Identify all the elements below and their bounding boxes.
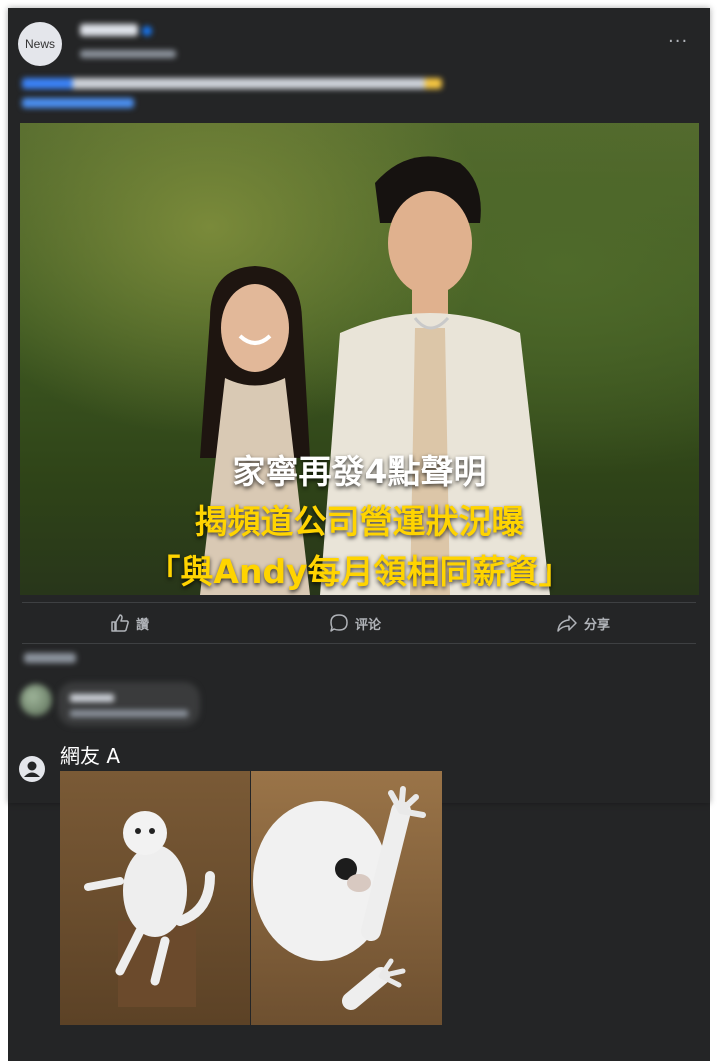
share-button[interactable]: 分享	[556, 610, 610, 636]
comment-bubble-blurred	[58, 682, 200, 726]
white-creature-closeup	[253, 786, 426, 1010]
meme-right-panel	[251, 771, 442, 1025]
user-avatar-icon[interactable]	[19, 756, 45, 782]
comment-button[interactable]: 评论	[329, 610, 381, 636]
share-label: 分享	[584, 617, 611, 633]
share-arrow-icon	[557, 615, 577, 632]
comment-author-blurred	[70, 694, 114, 702]
post-caption-link-blurred[interactable]	[22, 98, 134, 108]
headline-line-2: 揭頻道公司營運狀況曝	[194, 502, 525, 541]
more-options-icon[interactable]: ···	[668, 33, 690, 51]
comment-text-blurred	[70, 710, 188, 717]
meme-left-panel	[60, 771, 250, 1025]
post-photo[interactable]: 家寧再發4點聲明 揭頻道公司營運狀況曝 「與Andy每月領相同薪資」	[20, 123, 699, 595]
comment-bubble-icon	[330, 614, 348, 632]
comment-sort-blurred[interactable]	[24, 653, 76, 663]
page-avatar[interactable]: News	[18, 22, 62, 66]
reply-user-name[interactable]: 網友 A	[60, 740, 120, 769]
verified-badge-icon	[142, 26, 152, 36]
divider-top	[22, 602, 696, 603]
page-name-blurred[interactable]	[80, 24, 138, 36]
post-caption-blurred	[22, 78, 442, 89]
like-button[interactable]: 讚	[110, 610, 149, 636]
divider-bottom	[22, 643, 696, 644]
thumbs-up-icon	[111, 614, 129, 632]
headline-line-3: 「與Andy每月領相同薪資」	[147, 552, 572, 591]
page-avatar-label: News	[24, 37, 55, 51]
comment-label: 评论	[355, 617, 382, 633]
like-label: 讚	[136, 617, 150, 633]
headline-line-1: 家寧再發4點聲明	[232, 452, 487, 491]
commenter-avatar[interactable]	[20, 684, 52, 716]
white-creature-sitting	[84, 811, 215, 1007]
meme-image[interactable]	[60, 771, 442, 1025]
post-timestamp-blurred[interactable]	[80, 50, 176, 58]
